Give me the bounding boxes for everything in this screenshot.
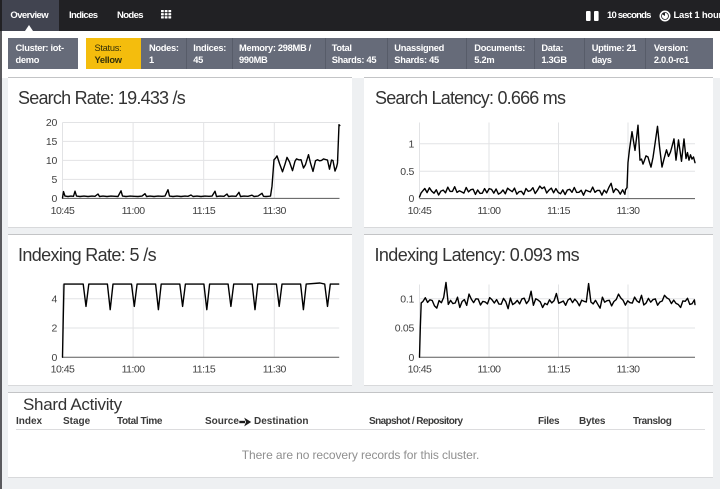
svg-text:11:15: 11:15 [192,205,216,217]
svg-text:11:30: 11:30 [263,205,287,217]
svg-text:1: 1 [408,138,414,150]
svg-text:11:15: 11:15 [547,205,571,217]
svg-text:15: 15 [46,136,58,148]
svg-text:0: 0 [51,193,57,205]
svg-text:0.5: 0.5 [400,166,414,178]
svg-text:5: 5 [51,174,57,186]
svg-text:10:45: 10:45 [408,364,432,376]
svg-text:10:45: 10:45 [51,364,75,376]
svg-text:10: 10 [46,155,58,167]
svg-text:0: 0 [51,352,57,364]
svg-text:4: 4 [51,293,57,305]
svg-text:20: 20 [46,117,58,129]
svg-text:10:45: 10:45 [51,205,75,217]
svg-text:0: 0 [408,193,414,205]
svg-text:11:15: 11:15 [547,364,571,376]
svg-text:11:00: 11:00 [478,364,502,376]
svg-text:11:30: 11:30 [617,364,641,376]
svg-text:0.1: 0.1 [400,293,414,305]
svg-text:0.05: 0.05 [395,323,415,335]
svg-text:11:15: 11:15 [192,364,216,376]
svg-text:11:30: 11:30 [263,364,287,376]
svg-text:2: 2 [51,323,57,335]
svg-text:0: 0 [408,352,414,364]
svg-text:11:00: 11:00 [122,364,146,376]
svg-text:11:00: 11:00 [122,205,146,217]
svg-text:11:00: 11:00 [478,205,502,217]
svg-text:11:30: 11:30 [617,205,641,217]
svg-text:10:45: 10:45 [408,205,432,217]
